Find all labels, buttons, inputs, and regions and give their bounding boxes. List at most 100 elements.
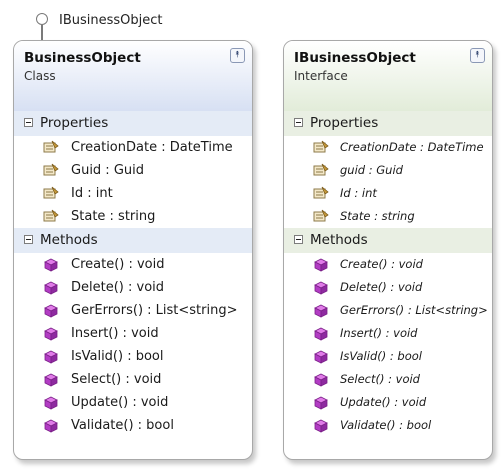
interface-shape-ibusinessobject[interactable]: IBusinessObject Interface ⯭ Properties C…: [283, 40, 493, 460]
property-row[interactable]: CreationDate : DateTime: [14, 136, 252, 159]
methods-section-title: Methods: [310, 232, 368, 248]
method-row[interactable]: IsValid() : bool: [284, 345, 492, 368]
method-label: Create() : void: [71, 257, 165, 272]
methods-section-header[interactable]: Methods: [14, 228, 252, 253]
class-header[interactable]: BusinessObject Class ⯭: [14, 41, 252, 111]
class-shape-businessobject[interactable]: BusinessObject Class ⯭ Properties Creati…: [13, 40, 253, 460]
interface-header[interactable]: IBusinessObject Interface ⯭: [284, 41, 492, 111]
properties-list: CreationDate : DateTime Guid : Guid Id :…: [14, 136, 252, 228]
method-cube-icon: [314, 350, 328, 364]
property-row[interactable]: Id : int: [14, 182, 252, 205]
method-cube-icon: [314, 327, 328, 341]
interface-name: IBusinessObject: [294, 50, 416, 66]
method-row[interactable]: Delete() : void: [14, 276, 252, 299]
interface-lollipop-icon: [36, 13, 48, 25]
class-name: BusinessObject: [24, 50, 141, 66]
method-cube-icon: [314, 419, 328, 433]
property-label: CreationDate : DateTime: [340, 140, 484, 154]
method-row[interactable]: Create() : void: [284, 253, 492, 276]
method-row[interactable]: Update() : void: [284, 391, 492, 414]
method-label: Insert() : void: [340, 326, 418, 340]
methods-list: Create() : void Delete() : void GerError…: [14, 253, 252, 437]
method-row[interactable]: Select() : void: [14, 368, 252, 391]
method-row[interactable]: Update() : void: [14, 391, 252, 414]
property-hand-icon: [43, 209, 59, 222]
method-label: Delete() : void: [340, 280, 423, 294]
minus-box-icon[interactable]: [24, 118, 33, 127]
method-cube-icon: [44, 373, 58, 387]
properties-section-title: Properties: [310, 115, 379, 131]
property-hand-icon: [43, 163, 59, 176]
property-row[interactable]: Id : int: [284, 182, 492, 205]
method-row[interactable]: Select() : void: [284, 368, 492, 391]
method-cube-icon: [314, 304, 328, 318]
method-label: Update() : void: [340, 395, 427, 409]
method-label: IsValid() : bool: [71, 349, 164, 364]
property-row[interactable]: guid : Guid: [284, 159, 492, 182]
method-label: IsValid() : bool: [340, 349, 422, 363]
method-row[interactable]: Validate() : bool: [284, 414, 492, 437]
method-cube-icon: [314, 281, 328, 295]
method-row[interactable]: Insert() : void: [284, 322, 492, 345]
property-label: State : string: [340, 209, 415, 223]
minus-box-icon[interactable]: [294, 235, 303, 244]
property-row[interactable]: State : string: [14, 205, 252, 228]
collapse-icon[interactable]: ⯭: [470, 48, 485, 63]
property-hand-icon: [313, 140, 329, 153]
method-label: Select() : void: [340, 372, 420, 386]
property-label: guid : Guid: [340, 163, 403, 177]
property-label: Id : int: [71, 186, 113, 201]
properties-section-header[interactable]: Properties: [284, 111, 492, 136]
property-label: Guid : Guid: [71, 163, 144, 178]
method-row[interactable]: IsValid() : bool: [14, 345, 252, 368]
properties-section-header[interactable]: Properties: [14, 111, 252, 136]
property-hand-icon: [313, 163, 329, 176]
interface-kind: Interface: [294, 69, 348, 83]
method-cube-icon: [44, 258, 58, 272]
minus-box-icon[interactable]: [294, 118, 303, 127]
method-label: Create() : void: [340, 257, 423, 271]
property-hand-icon: [313, 209, 329, 222]
method-label: Validate() : bool: [340, 418, 432, 432]
methods-section-title: Methods: [40, 232, 98, 248]
method-cube-icon: [314, 258, 328, 272]
lollipop-label: IBusinessObject: [59, 13, 163, 28]
method-row[interactable]: GerErrors() : List<string>: [284, 299, 492, 322]
method-row[interactable]: Validate() : bool: [14, 414, 252, 437]
method-cube-icon: [44, 396, 58, 410]
minus-box-icon[interactable]: [24, 235, 33, 244]
collapse-icon[interactable]: ⯭: [230, 48, 245, 63]
property-hand-icon: [313, 186, 329, 199]
method-cube-icon: [314, 396, 328, 410]
properties-section-title: Properties: [40, 115, 109, 131]
method-label: GerErrors() : List<string>: [340, 303, 488, 317]
method-row[interactable]: Delete() : void: [284, 276, 492, 299]
property-hand-icon: [43, 140, 59, 153]
class-kind: Class: [24, 69, 56, 83]
property-label: State : string: [71, 209, 156, 224]
method-label: GerErrors() : List<string>: [71, 303, 238, 318]
method-row[interactable]: Create() : void: [14, 253, 252, 276]
method-row[interactable]: Insert() : void: [14, 322, 252, 345]
method-label: Select() : void: [71, 372, 162, 387]
method-label: Delete() : void: [71, 280, 165, 295]
property-row[interactable]: Guid : Guid: [14, 159, 252, 182]
properties-list: CreationDate : DateTime guid : Guid Id :…: [284, 136, 492, 228]
property-row[interactable]: CreationDate : DateTime: [284, 136, 492, 159]
property-row[interactable]: State : string: [284, 205, 492, 228]
methods-section-header[interactable]: Methods: [284, 228, 492, 253]
method-row[interactable]: GerErrors() : List<string>: [14, 299, 252, 322]
property-hand-icon: [43, 186, 59, 199]
method-cube-icon: [44, 327, 58, 341]
method-cube-icon: [44, 281, 58, 295]
method-cube-icon: [314, 373, 328, 387]
method-label: Insert() : void: [71, 326, 159, 341]
method-cube-icon: [44, 419, 58, 433]
method-cube-icon: [44, 350, 58, 364]
property-label: Id : int: [340, 186, 377, 200]
methods-list: Create() : void Delete() : void GerError…: [284, 253, 492, 437]
method-label: Update() : void: [71, 395, 169, 410]
method-label: Validate() : bool: [71, 418, 174, 433]
property-label: CreationDate : DateTime: [71, 140, 233, 155]
method-cube-icon: [44, 304, 58, 318]
